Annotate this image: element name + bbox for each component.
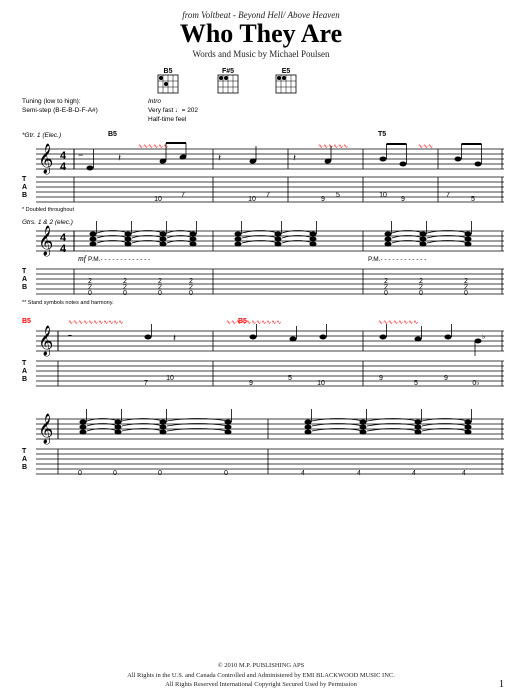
- svg-text:7: 7: [266, 192, 270, 199]
- svg-text:0: 0: [189, 290, 193, 297]
- svg-text:P.M.- - - - - - - - - - - - -: P.M.- - - - - - - - - - - - -: [88, 256, 150, 263]
- svg-text:10: 10: [379, 192, 387, 199]
- svg-text:0: 0: [158, 290, 162, 297]
- svg-text:𝄻: 𝄻: [68, 333, 72, 344]
- page: from Voltbeat - Beyond Hell/ Above Heave…: [0, 0, 522, 696]
- svg-text:4: 4: [412, 470, 416, 477]
- svg-text:0: 0: [419, 290, 423, 297]
- svg-text:∿∿∿∿∿∿: ∿∿∿∿∿∿: [138, 144, 168, 150]
- svg-text:T: T: [22, 268, 27, 275]
- svg-text:10: 10: [154, 196, 162, 203]
- svg-text:9: 9: [379, 375, 383, 382]
- svg-text:𝄞: 𝄞: [38, 325, 53, 357]
- svg-text:∿∿∿∿∿∿∿∿∿∿∿: ∿∿∿∿∿∿∿∿∿∿∿: [226, 320, 281, 326]
- svg-text:T: T: [22, 448, 27, 455]
- svg-text:9: 9: [321, 196, 325, 203]
- svg-text:5: 5: [288, 375, 292, 382]
- svg-text:B: B: [22, 284, 27, 291]
- svg-text:0: 0: [88, 290, 92, 297]
- svg-text:5: 5: [336, 192, 340, 199]
- header: from Voltbeat - Beyond Hell/ Above Heave…: [18, 10, 504, 59]
- sheet-music: B5 F#5 E5 Tuning (low to high): Semi-ste…: [18, 61, 504, 651]
- svg-text:Gtrs. 1 & 2 (elec.): Gtrs. 1 & 2 (elec.): [22, 219, 73, 226]
- svg-text:F#5: F#5: [222, 68, 234, 75]
- svg-text:5: 5: [414, 380, 418, 387]
- svg-text:4: 4: [301, 470, 305, 477]
- svg-text:Half-time feel: Half-time feel: [148, 116, 187, 123]
- svg-text:mf: mf: [78, 254, 88, 263]
- svg-text:Semi-step (B-E-B-D-F-A#): Semi-step (B-E-B-D-F-A#): [22, 107, 98, 114]
- svg-text:9: 9: [249, 380, 253, 387]
- svg-text:0: 0: [464, 290, 468, 297]
- svg-text:P.M.- - - - - - - - - - - -: P.M.- - - - - - - - - - - -: [368, 256, 426, 263]
- svg-text:𝄽: 𝄽: [173, 333, 176, 344]
- svg-text:** Stand symbols notes and har: ** Stand symbols notes and harmony.: [22, 300, 114, 306]
- svg-text:B5: B5: [164, 68, 173, 75]
- song-title: Who They Are: [18, 20, 504, 49]
- svg-text:7: 7: [181, 192, 185, 199]
- svg-text:∿∿∿∿∿∿∿∿∿∿∿: ∿∿∿∿∿∿∿∿∿∿∿: [68, 320, 123, 326]
- svg-text:∿∿∿∿∿∿∿∿: ∿∿∿∿∿∿∿∿: [378, 320, 418, 326]
- svg-text:𝄞: 𝄞: [38, 413, 53, 445]
- svg-text:10: 10: [248, 196, 256, 203]
- svg-text:𝄽: 𝄽: [293, 153, 296, 164]
- footer: © 2010 M.P. PUBLISHING APS All Rights in…: [0, 661, 522, 690]
- svg-text:4: 4: [60, 243, 67, 255]
- svg-text:T: T: [22, 176, 27, 183]
- svg-text:*Gtr. 1 (Elec.): *Gtr. 1 (Elec.): [22, 132, 61, 139]
- svg-text:0: 0: [158, 470, 162, 477]
- svg-text:A: A: [22, 456, 27, 463]
- reserved-line: All Rights Reserved International Copyri…: [0, 680, 522, 690]
- svg-text:Very fast ♩= 202: Very fast ♩= 202: [148, 107, 198, 114]
- svg-text:B: B: [22, 376, 27, 383]
- svg-text:5: 5: [471, 196, 475, 203]
- svg-text:A: A: [22, 184, 27, 191]
- svg-text:0: 0: [384, 290, 388, 297]
- svg-text:10: 10: [166, 375, 174, 382]
- svg-text:𝄽: 𝄽: [118, 153, 121, 164]
- svg-text:𝄽: 𝄽: [218, 153, 221, 164]
- svg-text:4: 4: [357, 470, 361, 477]
- svg-text:B5: B5: [108, 131, 117, 138]
- svg-text:𝄞: 𝄞: [38, 225, 53, 257]
- page-number: 1: [499, 679, 504, 690]
- svg-text:B: B: [22, 192, 27, 199]
- svg-text:T: T: [22, 360, 27, 367]
- svg-text:9: 9: [401, 196, 405, 203]
- svg-text:𝄞: 𝄞: [38, 143, 53, 175]
- svg-text:♭: ♭: [482, 333, 485, 341]
- svg-text:10: 10: [317, 380, 325, 387]
- svg-text:* Doubled throughout: * Doubled throughout: [22, 207, 74, 213]
- svg-text:E5: E5: [282, 68, 291, 75]
- svg-text:A: A: [22, 276, 27, 283]
- svg-text:B: B: [22, 464, 27, 471]
- svg-text:−: −: [78, 150, 83, 160]
- svg-text:4: 4: [462, 470, 466, 477]
- svg-text:7: 7: [144, 380, 148, 387]
- svg-text:0: 0: [123, 290, 127, 297]
- svg-text:∿∿∿: ∿∿∿: [418, 144, 433, 150]
- svg-text:∿∿∿∿∿∿: ∿∿∿∿∿∿: [318, 144, 348, 150]
- svg-text:0: 0: [113, 470, 117, 477]
- composer-line: Words and Music by Michael Poulsen: [18, 49, 504, 59]
- svg-text:T5: T5: [378, 131, 386, 138]
- svg-text:B5: B5: [22, 318, 31, 325]
- svg-text:0♭: 0♭: [472, 379, 479, 387]
- svg-text:9: 9: [444, 375, 448, 382]
- svg-text:0: 0: [224, 470, 228, 477]
- svg-text:4: 4: [60, 161, 67, 173]
- svg-text:0: 0: [78, 470, 82, 477]
- svg-text:A: A: [22, 368, 27, 375]
- copyright-line: © 2010 M.P. PUBLISHING APS: [0, 661, 522, 671]
- svg-text:Intro: Intro: [148, 98, 161, 105]
- svg-text:7: 7: [446, 192, 450, 199]
- svg-text:Tuning (low to high):: Tuning (low to high):: [22, 98, 81, 105]
- rights-line: All Rights in the U.S. and Canada Contro…: [0, 671, 522, 681]
